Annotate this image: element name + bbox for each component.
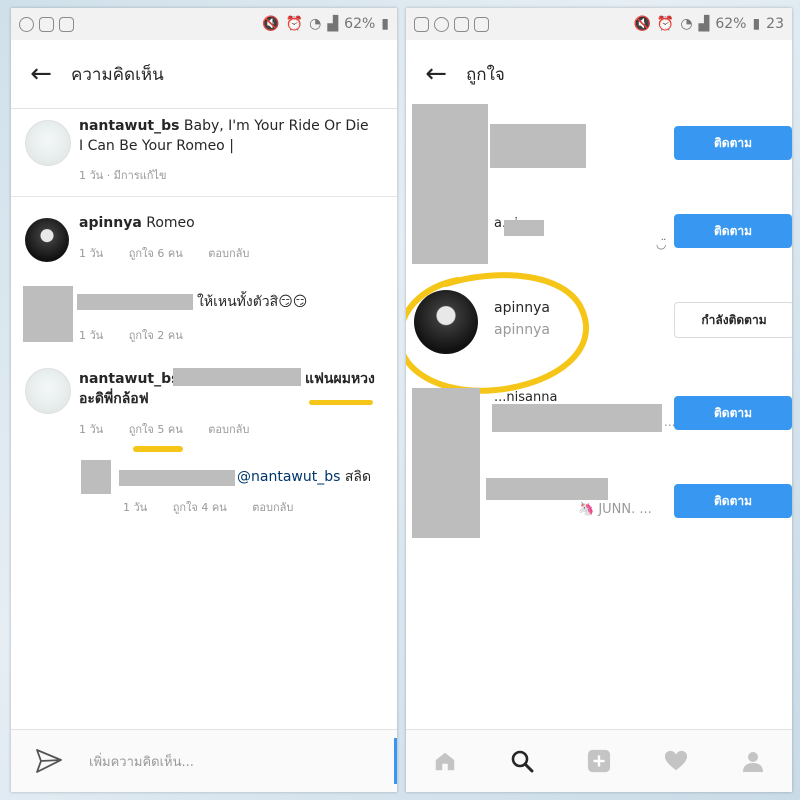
reply-button[interactable]: ตอบกลับ [208,247,249,260]
messenger-icon [19,16,34,32]
avatar[interactable] [25,120,71,166]
instagram-icon [454,16,469,32]
mute-icon: 🔇 [633,16,651,32]
bottom-nav [406,729,792,792]
comments-screen: 🔇 ⏰ ◔ ▟ 62% ▮ ← ความคิดเห็น nantawut_bs … [11,8,397,792]
alarm-icon: ⏰ [285,16,304,32]
messenger-icon [434,16,449,32]
divider [11,196,397,197]
comment-username[interactable]: apinnya [79,215,142,231]
search-icon[interactable] [510,749,534,773]
wifi-icon: ◔ [680,16,693,32]
mention-link[interactable]: @nantawut_bs [237,469,340,485]
comment-body: @nantawut_bs สลิด [237,467,371,487]
instagram-icon-2 [59,16,74,32]
battery-icon: ▮ [381,16,389,32]
comment-text: สลิด [344,469,372,485]
liker-subtitle: ◡̈ [656,237,667,251]
comment-meta: 1 วัน ถูกใจ 4 คน ตอบกลับ [123,498,315,516]
comment-input-bar: เพิ่มความคิดเห็น... [11,729,397,792]
text-cursor [394,738,397,784]
signal-icon: ▟ [327,16,339,32]
following-button[interactable]: กำลังติดตาม [674,302,792,338]
caption-text-2: I Can Be Your Romeo | [79,138,234,154]
comment-body: ให้เหนทั้งตัวสิ😏😏 [197,294,308,310]
caption-meta: 1 วัน · มีการแก้ไข [79,169,167,182]
caption-text-1: Baby, I'm Your Ride Or Die [183,118,369,134]
app-bar: ← ความคิดเห็น [11,40,397,109]
send-icon[interactable] [35,748,63,778]
redacted-username [504,220,544,236]
gallery-icon [414,16,429,32]
battery-text: 62% [344,16,376,32]
redacted-avatar [81,460,111,494]
follow-button[interactable]: ติดตาม [674,214,792,248]
redacted-text [173,368,301,386]
comment-username-text: nantawut_bs [79,371,180,387]
home-icon[interactable] [433,749,457,773]
comment-likes[interactable]: ถูกใจ 6 คน [129,247,183,260]
follow-button[interactable]: ติดตาม [674,126,792,160]
likes-screen: 🔇 ⏰ ◔ ▟ 62% ▮ 23 ← ถูกใจ ติดตาม a...i ◡̈… [406,8,792,792]
caption-line1: nantawut_bs Baby, I'm Your Ride Or Die [79,116,369,136]
comment-time: 1 วัน [79,423,104,436]
battery-icon: ▮ [752,16,761,32]
comment-meta: 1 วัน ถูกใจ 2 คน [79,326,205,344]
redacted-username [119,470,235,486]
mute-icon: 🔇 [262,16,280,32]
redacted-avatar [23,286,73,342]
comment-meta: 1 วัน ถูกใจ 5 คน ตอบกลับ [79,420,271,438]
comment-time: 1 วัน [79,329,104,342]
clock-text: 23 [766,16,784,32]
instagram-icon [39,16,54,32]
comment-body: แฟนผมหวง [305,371,375,387]
page-title: ถูกใจ [466,64,505,85]
follow-button[interactable]: ติดตาม [674,484,792,518]
highlight-underline [133,446,183,452]
back-button[interactable]: ← [11,59,71,89]
comment-body: Romeo [146,215,195,231]
comment-time: 1 วัน [79,247,104,260]
comment-likes[interactable]: ถูกใจ 4 คน [173,501,227,514]
redacted-avatar [412,388,480,538]
comment-body-2: อะดิพี่กล้อฟ [79,391,149,407]
instagram-icon-2 [474,16,489,32]
signal-icon: ▟ [698,16,710,32]
redacted-username [77,294,193,310]
highlight-underline [309,400,373,405]
comment-time: 1 วัน [123,501,148,514]
caption-username[interactable]: nantawut_bs [79,118,179,134]
avatar[interactable] [25,368,71,414]
redacted-name [492,404,662,432]
back-button[interactable]: ← [406,59,466,89]
redacted-username [490,124,586,168]
highlight-circle [406,272,590,394]
follow-button[interactable]: ติดตาม [674,396,792,430]
comment-likes[interactable]: ถูกใจ 5 คน [129,423,183,436]
reply-button[interactable]: ตอบกลับ [208,423,249,436]
battery-text: 62% [715,16,747,32]
add-post-icon[interactable] [587,749,611,773]
profile-icon[interactable] [741,749,765,773]
comment-meta: 1 วัน ถูกใจ 6 คน ตอบกลับ [79,244,271,262]
comment-input[interactable]: เพิ่มความคิดเห็น... [89,751,194,772]
alarm-icon: ⏰ [656,16,675,32]
page-title: ความคิดเห็น [71,64,164,85]
comment-text: apinnya Romeo [79,213,195,233]
app-bar: ← ถูกใจ [406,40,792,108]
redacted-username [486,478,608,500]
comment-username[interactable]: nantawut_bs [79,369,179,389]
liker-subtitle: 🦄 JUNN. ... [578,502,652,517]
reply-button[interactable]: ตอบกลับ [252,501,293,514]
avatar[interactable] [25,218,69,262]
status-bar: 🔇 ⏰ ◔ ▟ 62% ▮ [11,8,397,40]
heart-icon[interactable] [664,749,688,773]
wifi-icon: ◔ [309,16,322,32]
comment-likes[interactable]: ถูกใจ 2 คน [129,329,183,342]
redacted-avatar [412,104,488,264]
status-bar: 🔇 ⏰ ◔ ▟ 62% ▮ 23 [406,8,792,40]
